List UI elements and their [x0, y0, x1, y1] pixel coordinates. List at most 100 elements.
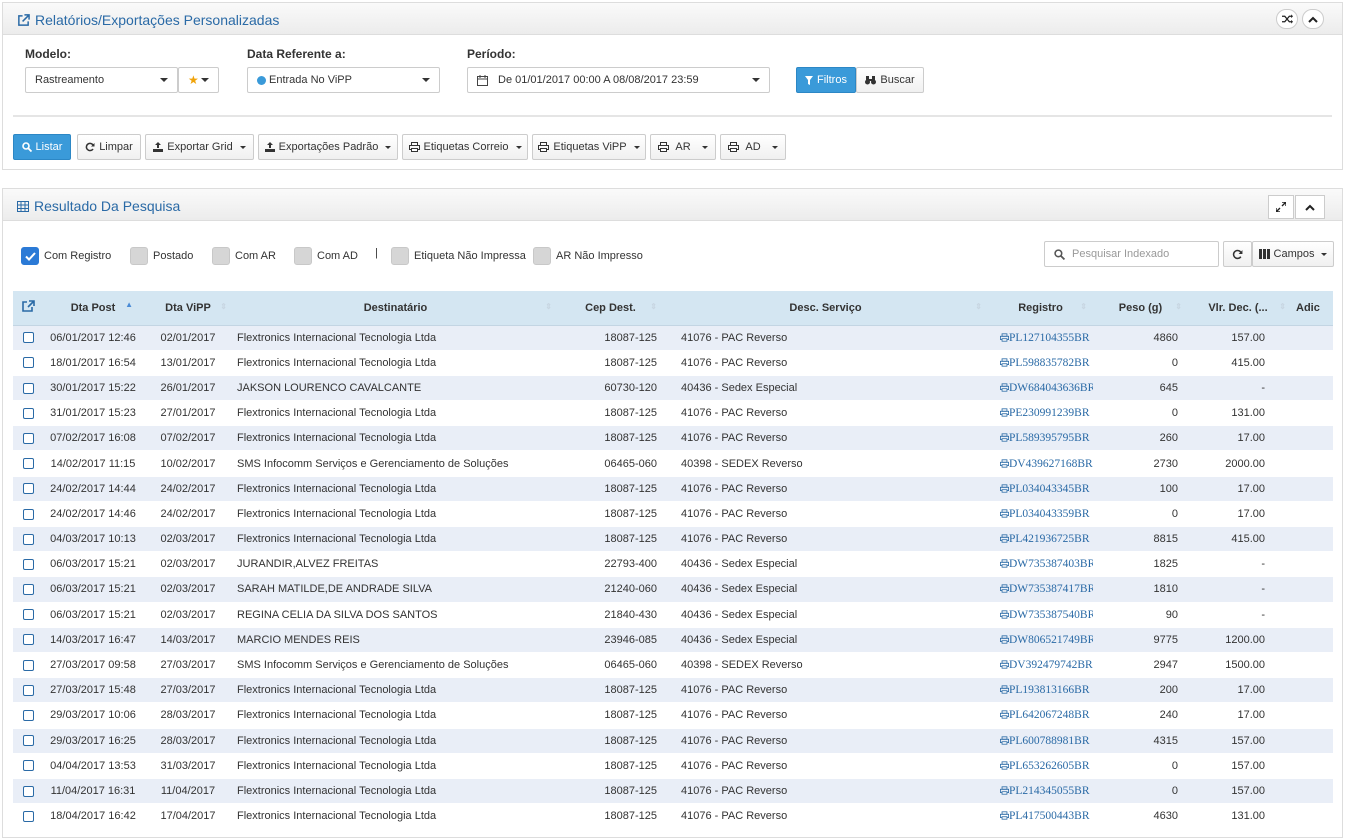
collapse-results-button[interactable] — [1295, 195, 1325, 219]
row-checkbox[interactable] — [22, 810, 34, 822]
data-referente-select[interactable]: Entrada No ViPP — [247, 67, 440, 93]
ad-button[interactable]: AD — [720, 134, 786, 160]
col-cep[interactable]: Cep Dest. ⇕ — [558, 291, 663, 326]
shuffle-button[interactable] — [1276, 9, 1298, 29]
row-checkbox[interactable] — [22, 735, 34, 747]
table-row[interactable]: 18/04/2017 16:42 17/04/2017 Flextronics In… — [13, 803, 1333, 830]
table-row[interactable]: 07/02/2017 16:08 07/02/2017 Flextronics In… — [13, 425, 1333, 452]
col-vlr[interactable]: Vlr. Dec. (... ⇕ — [1188, 291, 1288, 326]
registro-link[interactable]: PL214345055BR — [1000, 785, 1090, 797]
table-row[interactable]: 06/03/2017 15:21 02/03/2017 JURANDIR,ALVEZ… — [13, 551, 1333, 578]
row-checkbox[interactable] — [22, 432, 34, 444]
registro-link[interactable]: PL600788981BR — [1000, 735, 1090, 747]
modelo-select[interactable]: Rastreamento — [25, 67, 178, 93]
table-row[interactable]: 18/01/2017 16:54 13/01/2017 Flextronics In… — [13, 350, 1333, 376]
col-dta-post[interactable]: Dta Post ▲ — [43, 291, 143, 326]
registro-link[interactable]: PL034043345BR — [1000, 483, 1090, 495]
checkbox[interactable] — [294, 247, 312, 265]
col-servico[interactable]: Desc. Serviço ⇕ — [663, 291, 988, 326]
table-row[interactable]: 06/03/2017 15:21 02/03/2017 SARAH MATILDE,… — [13, 576, 1333, 603]
checkbox[interactable] — [130, 247, 148, 265]
campos-button[interactable]: Campos — [1252, 241, 1334, 267]
exportacoes-padrao-button[interactable]: Exportações Padrão — [258, 134, 398, 160]
expand-button[interactable] — [1268, 195, 1294, 219]
table-row[interactable]: 14/02/2017 11:15 10/02/2017 SMS Infocomm S… — [13, 450, 1333, 477]
checkbox[interactable] — [212, 247, 230, 265]
row-checkbox[interactable] — [22, 382, 34, 394]
table-row[interactable]: 14/03/2017 16:47 14/03/2017 MARCIO MENDES … — [13, 627, 1333, 653]
table-row[interactable]: 29/03/2017 16:25 28/03/2017 Flextronics In… — [13, 728, 1333, 754]
row-checkbox[interactable] — [22, 533, 34, 545]
row-checkbox[interactable] — [22, 508, 34, 520]
exportar-grid-button[interactable]: Exportar Grid — [145, 134, 254, 160]
etiquetas-vipp-button[interactable]: Etiquetas ViPP — [532, 134, 646, 160]
search-input[interactable]: Pesquisar Indexado — [1044, 241, 1219, 267]
table-row[interactable]: 31/01/2017 15:23 27/01/2017 Flextronics In… — [13, 400, 1333, 427]
table-row[interactable]: 30/01/2017 15:22 26/01/2017 JAKSON LOURENC… — [13, 375, 1333, 402]
table-row[interactable]: 06/01/2017 12:46 02/01/2017 Flextronics In… — [13, 325, 1333, 351]
periodo-picker[interactable]: De 01/01/2017 00:00 A 08/08/2017 23:59 — [467, 67, 770, 93]
row-checkbox[interactable] — [22, 584, 34, 596]
filtros-button[interactable]: Filtros — [796, 67, 856, 93]
filter-postado[interactable]: Postado — [130, 247, 193, 265]
row-checkbox[interactable] — [22, 357, 34, 369]
registro-link[interactable]: PE230991239BR — [1000, 407, 1090, 419]
listar-button[interactable]: Listar — [13, 134, 71, 160]
col-peso[interactable]: Peso (g) ⇕ — [1093, 291, 1188, 326]
row-checkbox[interactable] — [22, 634, 34, 646]
col-adic[interactable]: Adic — [1288, 291, 1333, 326]
registro-link[interactable]: PL589395795BR — [1000, 432, 1090, 444]
filter-com-ad[interactable]: Com AD — [294, 247, 358, 265]
collapse-button[interactable] — [1302, 9, 1324, 29]
registro-link[interactable]: PL193813166BR — [1000, 684, 1090, 696]
table-row[interactable]: 04/04/2017 13:53 31/03/2017 Flextronics In… — [13, 753, 1333, 779]
favorite-dropdown[interactable]: ★ — [178, 67, 219, 93]
registro-link[interactable]: DW735387417BR — [1000, 583, 1093, 595]
table-row[interactable]: 27/03/2017 09:58 27/03/2017 SMS Infocomm S… — [13, 652, 1333, 679]
row-checkbox[interactable] — [22, 332, 34, 344]
table-row[interactable]: 27/03/2017 15:48 27/03/2017 Flextronics In… — [13, 677, 1333, 704]
row-checkbox[interactable] — [22, 710, 34, 721]
row-checkbox[interactable] — [22, 558, 34, 570]
registro-link[interactable]: DW735387403BR — [1000, 558, 1093, 570]
table-row[interactable]: 06/03/2017 15:21 02/03/2017 REGINA CELIA D… — [13, 602, 1333, 628]
registro-link[interactable]: PL653262605BR — [1000, 760, 1090, 772]
row-checkbox[interactable] — [22, 483, 34, 495]
table-row[interactable]: 24/02/2017 14:44 24/02/2017 Flextronics In… — [13, 476, 1333, 502]
checkbox-checked[interactable] — [21, 247, 39, 265]
row-checkbox[interactable] — [22, 609, 34, 621]
table-row[interactable]: 29/03/2017 10:06 28/03/2017 Flextronics In… — [13, 702, 1333, 729]
registro-link[interactable]: PL034043359BR — [1000, 508, 1090, 520]
buscar-button[interactable]: Buscar — [856, 67, 924, 93]
filter-com-registro[interactable]: Com Registro — [21, 247, 111, 265]
registro-link[interactable]: PL642067248BR — [1000, 709, 1090, 721]
table-row[interactable]: 11/04/2017 16:31 11/04/2017 Flextronics In… — [13, 778, 1333, 805]
row-checkbox[interactable] — [22, 760, 34, 772]
filter-etiqueta-nao-impressa[interactable]: Etiqueta Não Impressa — [391, 247, 526, 265]
table-row[interactable]: 24/02/2017 14:46 24/02/2017 Flextronics In… — [13, 501, 1333, 528]
table-row[interactable]: 04/03/2017 10:13 02/03/2017 Flextronics In… — [13, 526, 1333, 553]
row-checkbox[interactable] — [22, 407, 34, 419]
row-checkbox[interactable] — [22, 684, 34, 696]
export-columns-icon[interactable] — [13, 291, 43, 326]
col-registro[interactable]: Registro ⇕ — [988, 291, 1093, 326]
row-checkbox[interactable] — [22, 785, 34, 797]
registro-link[interactable]: PL417500443BR — [1000, 810, 1090, 822]
limpar-button[interactable]: Limpar — [77, 134, 141, 160]
filter-com-ar[interactable]: Com AR — [212, 247, 276, 265]
registro-link[interactable]: DV392479742BR — [1000, 659, 1093, 671]
registro-link[interactable]: PL127104355BR — [1000, 332, 1090, 344]
row-checkbox[interactable] — [22, 659, 34, 671]
registro-link[interactable]: DV439627168BR — [1000, 458, 1093, 470]
registro-link[interactable]: DW735387540BR — [1000, 609, 1093, 621]
col-dta-vipp[interactable]: Dta ViPP ⇕ — [143, 291, 233, 326]
checkbox[interactable] — [533, 247, 551, 265]
registro-link[interactable]: PL421936725BR — [1000, 533, 1090, 545]
filter-ar-nao-impresso[interactable]: AR Não Impresso — [533, 247, 643, 265]
registro-link[interactable]: DW806521749BR — [1000, 634, 1093, 646]
etiquetas-correio-button[interactable]: Etiquetas Correio — [402, 134, 528, 160]
registro-link[interactable]: DW684043636BR — [1000, 382, 1093, 394]
refresh-button[interactable] — [1223, 241, 1252, 267]
ar-button[interactable]: AR — [650, 134, 716, 160]
col-destinatario[interactable]: Destinatário ⇕ — [233, 291, 558, 326]
